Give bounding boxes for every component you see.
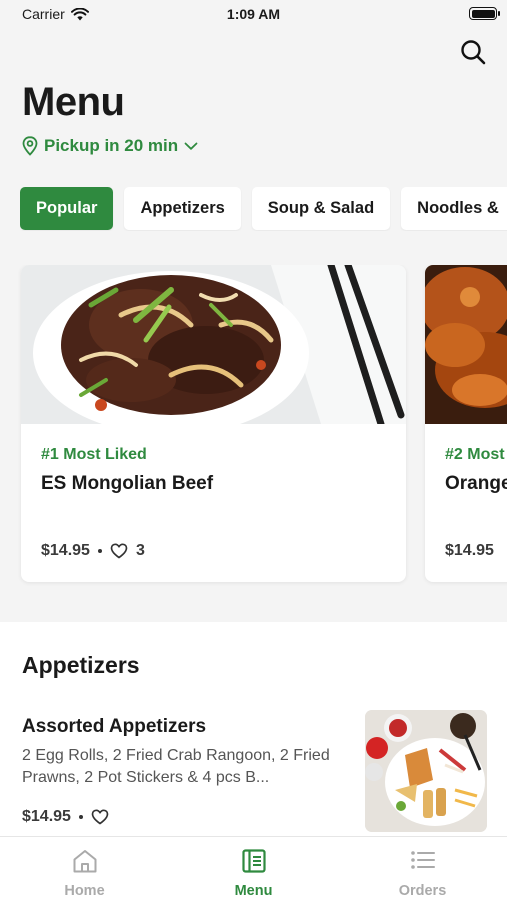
- page-title: Menu: [22, 80, 125, 124]
- pickup-time-selector[interactable]: Pickup in 20 min: [22, 136, 198, 156]
- category-chip-noodles[interactable]: Noodles &: [401, 187, 507, 230]
- item-photo: [365, 710, 487, 832]
- featured-carousel: #1 Most Liked ES Mongolian Beef $14.95 3…: [0, 265, 507, 595]
- heart-icon[interactable]: [91, 809, 109, 825]
- tab-label: Home: [64, 883, 105, 899]
- list-icon: [410, 851, 435, 869]
- featured-card[interactable]: #2 Most Liked Orange Chicken $14.95: [425, 265, 507, 582]
- category-chips: Popular Appetizers Soup & Salad Noodles &: [20, 187, 507, 231]
- separator-dot: [78, 815, 83, 819]
- dish-meta: $14.95 3: [41, 542, 145, 560]
- heart-icon[interactable]: [110, 543, 128, 559]
- separator-dot: [97, 549, 102, 553]
- dish-photo: [21, 265, 406, 424]
- item-description: 2 Egg Rolls, 2 Fried Crab Rangoon, 2 Fri…: [22, 747, 330, 786]
- menu-book-icon: [241, 849, 266, 873]
- rank-label: #1 Most Liked: [41, 446, 147, 463]
- price: $14.95: [445, 542, 494, 559]
- item-name: Assorted Appetizers: [22, 716, 207, 737]
- dish-photo: [425, 265, 507, 424]
- dish-name: Orange Chicken: [445, 473, 507, 494]
- status-bar: Carrier 1:09 AM: [0, 0, 507, 28]
- dish-name: ES Mongolian Beef: [41, 473, 214, 494]
- category-chip-popular[interactable]: Popular: [20, 187, 114, 230]
- tab-label: Orders: [398, 883, 447, 899]
- tab-menu[interactable]: Menu: [169, 837, 338, 900]
- tab-bar: Home Menu Orders: [0, 836, 507, 900]
- tab-home[interactable]: Home: [0, 837, 169, 900]
- tab-orders[interactable]: Orders: [338, 837, 507, 900]
- category-chip-appetizers[interactable]: Appetizers: [124, 187, 241, 230]
- menu-item[interactable]: Assorted Appetizers 2 Egg Rolls, 2 Fried…: [0, 700, 507, 835]
- dish-meta: $14.95: [445, 542, 494, 560]
- status-time: 1:09 AM: [226, 6, 281, 22]
- like-count: 3: [135, 542, 145, 559]
- rank-label: #2 Most Liked: [445, 446, 507, 463]
- pickup-label: Pickup in 20 min: [44, 136, 179, 155]
- home-icon: [73, 850, 96, 873]
- category-chip-soup-salad[interactable]: Soup & Salad: [251, 187, 391, 230]
- search-button[interactable]: [458, 37, 488, 67]
- item-meta: $14.95: [22, 808, 109, 826]
- section-title-appetizers: Appetizers: [22, 652, 140, 678]
- tab-label: Menu: [234, 883, 273, 899]
- chevron-down-icon: [184, 142, 198, 150]
- location-pin-icon: [22, 136, 38, 156]
- search-icon: [461, 40, 486, 65]
- battery-icon: [469, 7, 500, 20]
- featured-card[interactable]: #1 Most Liked ES Mongolian Beef $14.95 3: [21, 265, 406, 582]
- price: $14.95: [41, 542, 90, 559]
- item-price: $14.95: [22, 808, 71, 825]
